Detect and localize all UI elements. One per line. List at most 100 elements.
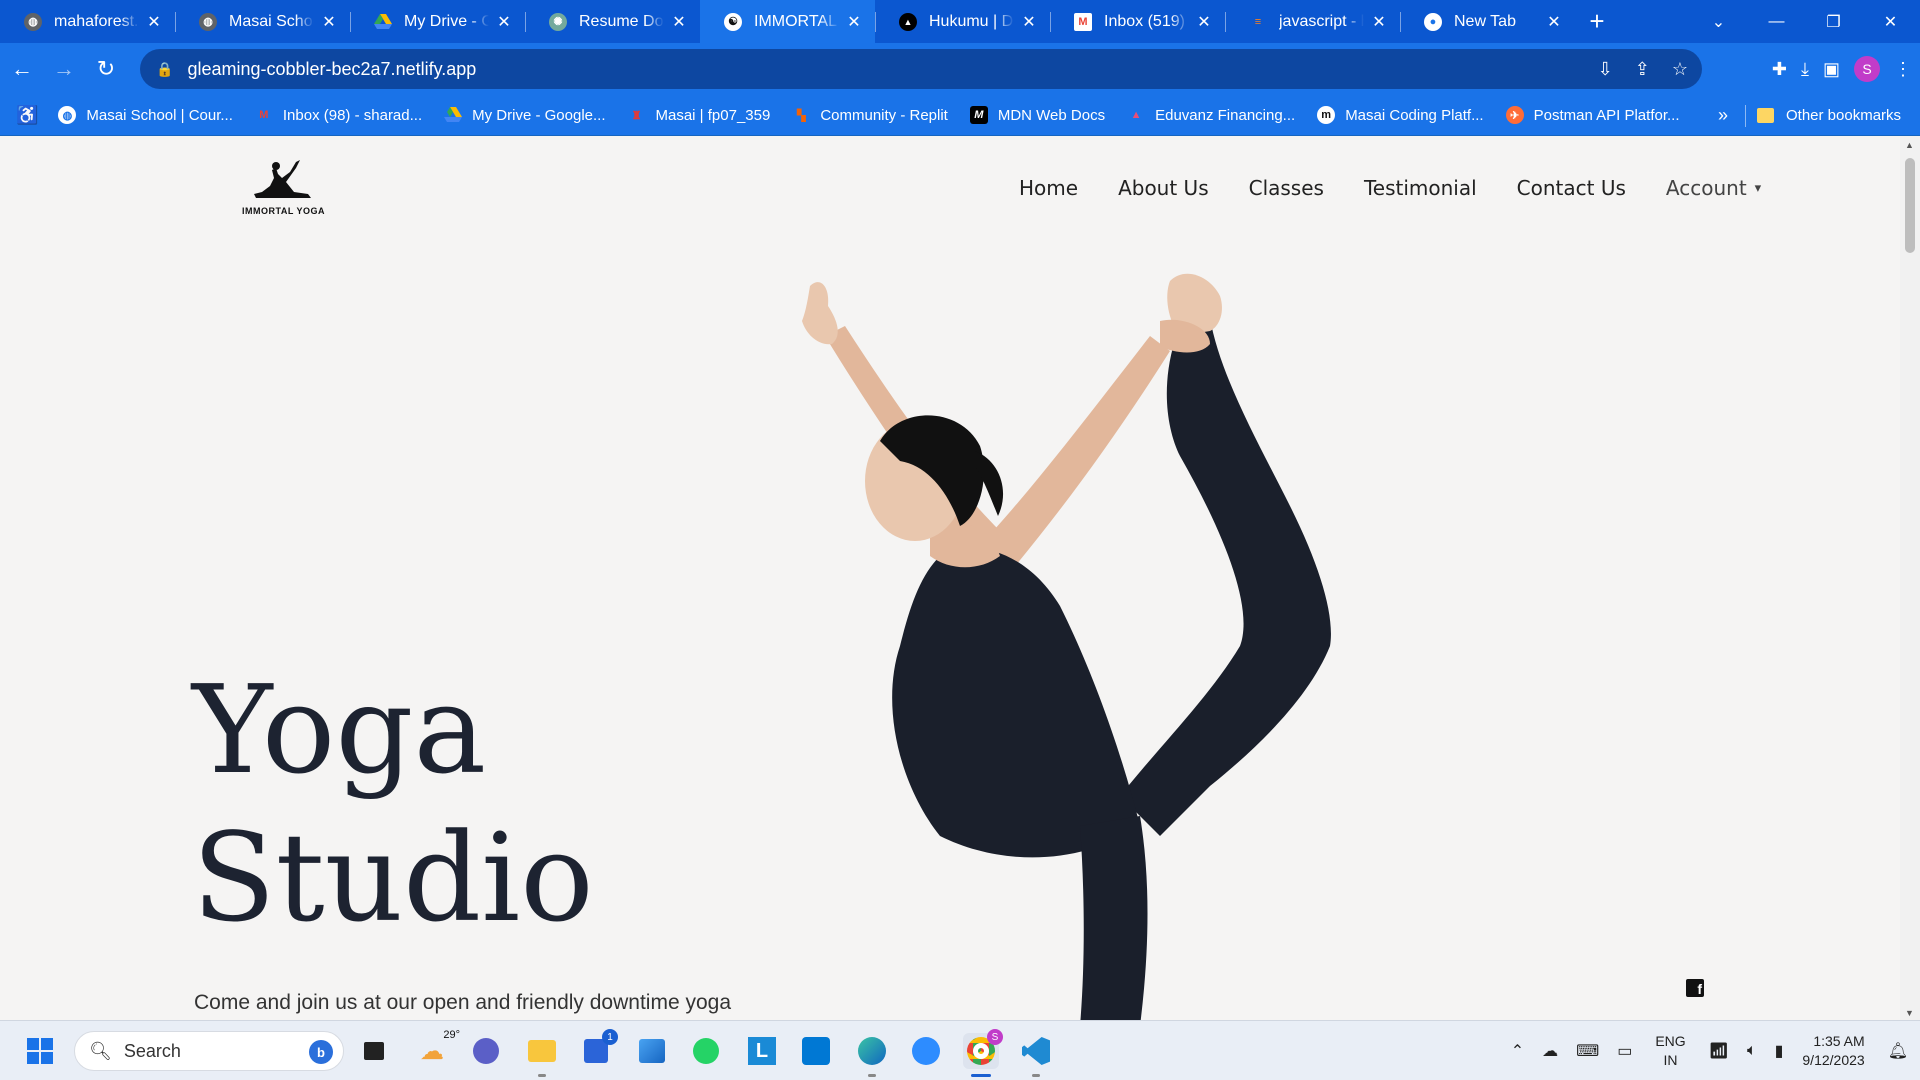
restore-icon[interactable]: ❐ (1805, 0, 1862, 43)
bookmark-masai-school[interactable]: ◍ Masai School | Cour... (58, 106, 233, 124)
photos-icon[interactable] (634, 1033, 670, 1069)
notifications-icon[interactable]: 🔔︎ (1888, 1041, 1908, 1061)
weather-widget-icon[interactable]: ☁ 29° (414, 1029, 460, 1069)
eduvanz-icon: ▲ (1130, 109, 1142, 121)
window-close-icon[interactable]: ✕ (1862, 0, 1919, 43)
teams-chat-icon[interactable] (468, 1033, 504, 1069)
close-icon[interactable]: ✕ (670, 12, 688, 32)
close-icon[interactable]: ✕ (1195, 12, 1213, 32)
close-icon[interactable]: ✕ (1545, 12, 1563, 32)
bookmark-inbox[interactable]: M Inbox (98) - sharad... (255, 106, 422, 124)
running-indicator (868, 1074, 876, 1077)
side-panel-icon[interactable]: ▣ (1823, 59, 1840, 80)
chrome-taskbar-icon[interactable]: S (963, 1029, 1003, 1077)
nav-testimonial[interactable]: Testimonial (1364, 176, 1477, 200)
bookmark-postman[interactable]: ✈ Postman API Platfor... (1505, 106, 1680, 124)
nav-about-us[interactable]: About Us (1118, 176, 1209, 200)
bookmark-masai-fp07[interactable]: ♜ Masai | fp07_359 (628, 106, 771, 124)
reload-icon[interactable]: ↻ (86, 49, 126, 89)
nav-home[interactable]: Home (1019, 176, 1078, 200)
task-view-icon[interactable] (356, 1033, 392, 1069)
cortana-icon[interactable] (798, 1033, 834, 1069)
bing-icon[interactable]: b (309, 1040, 333, 1064)
page-scrollbar[interactable]: ▲ ▼ (1900, 136, 1920, 1020)
tab-immortal-yoga[interactable]: ☯ IMMORTAL YOGA ✕ (700, 0, 875, 43)
install-app-icon[interactable]: ⇩ (1598, 59, 1613, 80)
tab-title: Hukumu | Dashboard (929, 12, 1014, 30)
bookmark-my-drive[interactable]: My Drive - Google... (444, 106, 606, 124)
nav-account-dropdown[interactable]: Account ▾ (1666, 176, 1761, 200)
back-arrow-icon[interactable]: ← (2, 49, 42, 89)
new-tab-button[interactable]: + (1575, 0, 1619, 43)
keyboard-icon[interactable]: ⌨ (1576, 1041, 1599, 1061)
language-indicator[interactable]: ENG IN (1655, 1032, 1685, 1070)
forward-arrow-icon[interactable]: → (44, 49, 84, 89)
nav-contact-us[interactable]: Contact Us (1517, 176, 1626, 200)
bookmark-star-icon[interactable]: ☆ (1672, 59, 1688, 80)
downloads-icon[interactable]: ⤓ (1801, 59, 1809, 80)
close-icon[interactable]: ✕ (845, 12, 863, 32)
hero-title: Yoga Studio (192, 656, 594, 952)
nav-classes[interactable]: Classes (1249, 176, 1324, 200)
tab-title: Resume Downloader (579, 12, 664, 30)
chevron-up-icon[interactable]: ⌃ (1511, 1041, 1524, 1061)
bookmark-masai-coding[interactable]: m Masai Coding Platf... (1317, 106, 1484, 124)
accessibility-icon[interactable]: ♿ (16, 105, 38, 126)
scroll-up-icon[interactable]: ▲ (1905, 140, 1914, 150)
taskbar-search-box[interactable]: 🔍︎ Search b (74, 1031, 344, 1071)
file-explorer-icon[interactable] (524, 1033, 560, 1077)
tab-title: mahaforest.gov.in (54, 12, 139, 30)
tab-javascript[interactable]: ≡ javascript - how to ✕ (1225, 0, 1400, 43)
close-icon[interactable]: ✕ (145, 12, 163, 32)
clock[interactable]: 1:35 AM 9/12/2023 (1802, 1032, 1864, 1070)
bookmarks-overflow-button[interactable]: » (1718, 95, 1728, 136)
tab-new-tab[interactable]: ● New Tab ✕ (1400, 0, 1575, 43)
tab-search-chevron-icon[interactable]: ⌄ (1690, 0, 1747, 43)
extensions-icon[interactable]: ✚ (1772, 59, 1787, 80)
battery-icon[interactable]: ▮ (1775, 1041, 1784, 1061)
bookmarks-bar: ♿ ◍ Masai School | Cour... M Inbox (98) … (0, 95, 1920, 136)
bookmark-replit[interactable]: ▚ Community - Replit (792, 106, 948, 124)
close-icon[interactable]: ✕ (1020, 12, 1038, 32)
edge-icon[interactable] (854, 1033, 890, 1077)
onedrive-icon[interactable]: ☁ (1542, 1041, 1558, 1061)
display-icon[interactable]: ▭ (1617, 1041, 1632, 1061)
profile-avatar[interactable]: S (1854, 56, 1880, 82)
bookmark-label: MDN Web Docs (997, 106, 1106, 124)
search-icon: 🔍︎ (89, 1040, 112, 1061)
address-bar[interactable]: 🔒 gleaming-cobbler-bec2a7.netlify.app ⇩ … (140, 49, 1702, 89)
running-indicator (971, 1074, 991, 1077)
scrollbar-thumb[interactable] (1905, 158, 1915, 253)
whatsapp-icon[interactable] (688, 1033, 724, 1069)
microsoft-store-icon[interactable]: 1 (578, 1029, 618, 1069)
share-icon[interactable]: ⇪ (1635, 59, 1650, 80)
hero-yoga-image (802, 273, 1331, 1020)
tab-mahaforest[interactable]: ◍ mahaforest.gov.in ✕ (0, 0, 175, 43)
close-icon[interactable]: ✕ (1370, 12, 1388, 32)
running-indicator (1032, 1074, 1040, 1077)
minimize-icon[interactable]: — (1748, 0, 1805, 43)
tab-resume-downloader[interactable]: ✺ Resume Downloader ✕ (525, 0, 700, 43)
bookmark-eduvanz[interactable]: ▲ Eduvanz Financing... (1127, 106, 1296, 124)
tab-inbox[interactable]: M Inbox (519) - sharad ✕ (1050, 0, 1225, 43)
menu-kebab-icon[interactable]: ⋮ (1894, 59, 1912, 80)
vscode-icon[interactable] (1018, 1033, 1054, 1077)
tab-my-drive[interactable]: My Drive - Google Drive ✕ (350, 0, 525, 43)
facebook-icon[interactable]: f (1686, 979, 1704, 997)
tab-hukumu[interactable]: ▲ Hukumu | Dashboard ✕ (875, 0, 1050, 43)
tab-masai-school[interactable]: ◍ Masai School | Course ✕ (175, 0, 350, 43)
bookmark-label: Postman API Platfor... (1533, 106, 1680, 124)
close-icon[interactable]: ✕ (495, 12, 513, 32)
other-bookmarks-folder[interactable]: Other bookmarks (1757, 95, 1901, 136)
scroll-down-icon[interactable]: ▼ (1905, 1008, 1914, 1018)
bookmark-mdn[interactable]: M MDN Web Docs (969, 106, 1106, 124)
close-icon[interactable]: ✕ (320, 12, 338, 32)
windows-start-icon[interactable] (22, 1033, 58, 1069)
volume-icon[interactable]: 🔈︎ (1747, 1042, 1757, 1060)
zoom-icon[interactable] (908, 1033, 944, 1069)
wifi-icon[interactable]: 📶︎ (1709, 1041, 1729, 1061)
stackoverflow-icon: ≡ (1254, 15, 1262, 28)
site-logo[interactable]: IMMORTAL YOGA (236, 156, 331, 216)
letter-l-app-icon[interactable]: L (744, 1033, 780, 1069)
clock-time: 1:35 AM (1813, 1033, 1865, 1049)
